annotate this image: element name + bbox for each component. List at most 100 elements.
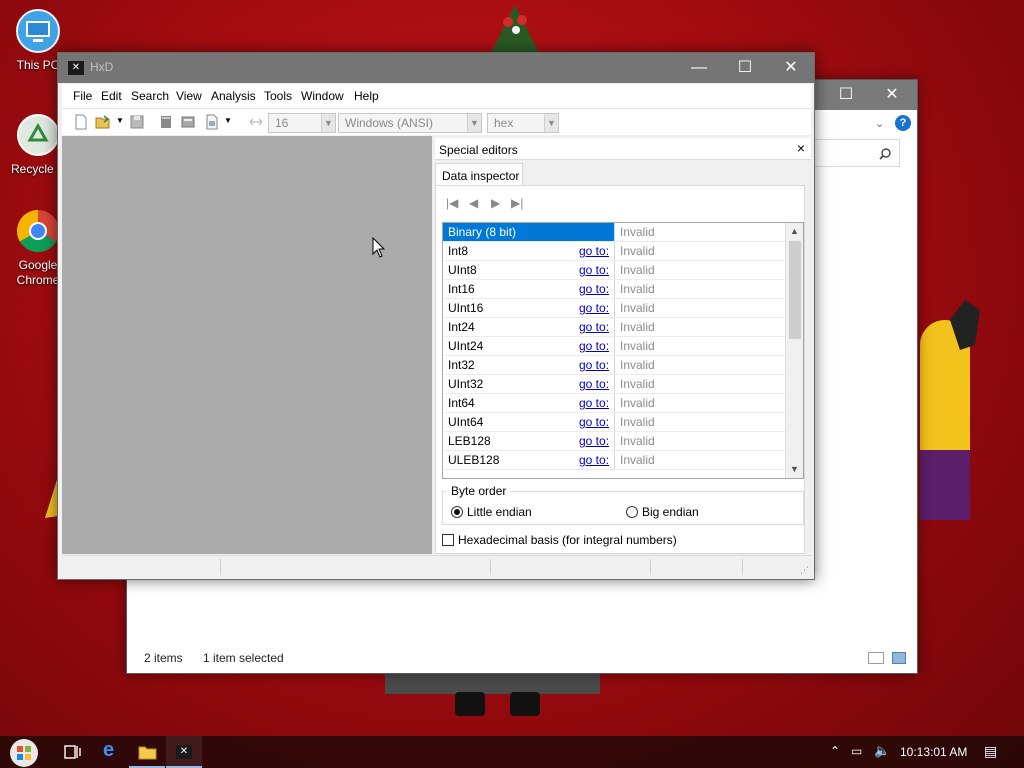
- type-value[interactable]: Invalid: [614, 223, 785, 241]
- goto-link[interactable]: go to:: [579, 263, 609, 277]
- inspector-row[interactable]: LEB128 go to: Invalid: [443, 432, 785, 451]
- goto-link[interactable]: go to:: [579, 301, 609, 315]
- network-icon[interactable]: ▭: [851, 744, 862, 758]
- edge-taskbar-button[interactable]: e: [92, 736, 128, 768]
- menu-help[interactable]: Help: [354, 89, 379, 103]
- large-icons-view-icon[interactable]: [892, 652, 906, 664]
- action-center-icon[interactable]: ▤: [984, 743, 997, 760]
- details-view-icon[interactable]: [868, 652, 884, 664]
- volume-icon[interactable]: 🔈: [874, 743, 890, 759]
- type-name: Int32: [448, 358, 475, 372]
- scroll-down-icon[interactable]: ▼: [786, 461, 803, 478]
- menu-view[interactable]: View: [176, 89, 202, 103]
- type-value[interactable]: Invalid: [614, 394, 785, 412]
- file-explorer-taskbar-button[interactable]: [129, 736, 165, 768]
- save-icon[interactable]: [129, 114, 145, 130]
- maximize-button[interactable]: ☐: [722, 53, 768, 83]
- inspector-row[interactable]: Int64 go to: Invalid: [443, 394, 785, 413]
- type-value[interactable]: Invalid: [614, 375, 785, 393]
- inspector-row[interactable]: Int32 go to: Invalid: [443, 356, 785, 375]
- hxd-titlebar[interactable]: ✕ HxD — ☐ ✕: [58, 53, 814, 83]
- charset-select[interactable]: Windows (ANSI) ▼: [338, 113, 482, 133]
- inspector-row[interactable]: UInt16 go to: Invalid: [443, 299, 785, 318]
- scrollbar-thumb[interactable]: [789, 241, 801, 339]
- goto-link[interactable]: go to:: [579, 358, 609, 372]
- inspector-row[interactable]: Int8 go to: Invalid: [443, 242, 785, 261]
- inspector-row[interactable]: ULEB128 go to: Invalid: [443, 451, 785, 470]
- start-button[interactable]: [6, 736, 42, 768]
- clock[interactable]: 10:13:01 AM: [900, 745, 967, 759]
- show-hidden-icons-icon[interactable]: ⌃: [830, 744, 840, 758]
- explorer-maximize-button[interactable]: ☐: [823, 80, 869, 110]
- last-icon[interactable]: ▶|: [511, 196, 523, 210]
- type-value[interactable]: Invalid: [614, 299, 785, 317]
- editor-client-area[interactable]: [62, 136, 432, 554]
- type-value[interactable]: Invalid: [614, 451, 785, 469]
- menu-edit[interactable]: Edit: [101, 89, 122, 103]
- inspector-scrollbar[interactable]: ▲ ▼: [785, 223, 803, 478]
- maximize-icon: ☐: [838, 86, 854, 103]
- big-endian-radio[interactable]: Big endian: [626, 505, 699, 519]
- little-endian-radio[interactable]: Little endian: [451, 505, 532, 519]
- previous-icon[interactable]: ◀: [469, 196, 478, 210]
- menu-window[interactable]: Window: [301, 89, 344, 103]
- explorer-close-button[interactable]: ✕: [869, 80, 915, 110]
- status-separator: [742, 559, 743, 575]
- goto-link[interactable]: go to:: [579, 415, 609, 429]
- help-icon[interactable]: ?: [895, 115, 911, 131]
- next-icon[interactable]: ▶: [491, 196, 500, 210]
- open-file-icon[interactable]: [95, 114, 111, 130]
- data-inspector-grid[interactable]: Binary (8 bit) Invalid Int8 go to: Inval…: [442, 222, 804, 479]
- type-value[interactable]: Invalid: [614, 242, 785, 260]
- goto-link[interactable]: go to:: [579, 453, 609, 467]
- goto-link[interactable]: go to:: [579, 339, 609, 353]
- goto-link[interactable]: go to:: [579, 396, 609, 410]
- type-value[interactable]: Invalid: [614, 280, 785, 298]
- inspector-row[interactable]: UInt8 go to: Invalid: [443, 261, 785, 280]
- panel-close-button[interactable]: ×: [797, 140, 805, 156]
- menu-analysis[interactable]: Analysis: [211, 89, 256, 103]
- type-value[interactable]: Invalid: [614, 261, 785, 279]
- open-dropdown-icon[interactable]: ▼: [116, 116, 124, 125]
- close-button[interactable]: ✕: [768, 53, 814, 83]
- inspector-row[interactable]: UInt64 go to: Invalid: [443, 413, 785, 432]
- new-file-icon[interactable]: [73, 114, 89, 130]
- minimize-button[interactable]: —: [676, 53, 722, 83]
- type-value[interactable]: Invalid: [614, 432, 785, 450]
- type-name: LEB128: [448, 434, 491, 448]
- hex-basis-checkbox[interactable]: Hexadecimal basis (for integral numbers): [442, 533, 677, 547]
- inspector-row[interactable]: UInt32 go to: Invalid: [443, 375, 785, 394]
- chevron-down-icon[interactable]: ⌄: [875, 117, 884, 130]
- hxd-taskbar-button[interactable]: ✕: [166, 736, 202, 768]
- goto-link[interactable]: go to:: [579, 282, 609, 296]
- resize-grip-icon[interactable]: ⋰: [800, 565, 809, 576]
- offset-base-select[interactable]: hex ▼: [487, 113, 559, 133]
- goto-link[interactable]: go to:: [579, 244, 609, 258]
- panel-title: Special editors: [439, 143, 518, 157]
- inspector-row[interactable]: Int24 go to: Invalid: [443, 318, 785, 337]
- inspector-row[interactable]: Int16 go to: Invalid: [443, 280, 785, 299]
- hxd-window[interactable]: ✕ HxD — ☐ ✕ File Edit Search View Analys…: [57, 52, 815, 580]
- goto-link[interactable]: go to:: [579, 377, 609, 391]
- inspector-row[interactable]: UInt24 go to: Invalid: [443, 337, 785, 356]
- inspector-row[interactable]: Binary (8 bit) Invalid: [443, 223, 785, 242]
- first-icon[interactable]: |◀: [446, 196, 458, 210]
- scroll-up-icon[interactable]: ▲: [786, 223, 803, 240]
- type-value[interactable]: Invalid: [614, 356, 785, 374]
- type-value[interactable]: Invalid: [614, 318, 785, 336]
- mouse-cursor-icon: [372, 237, 386, 258]
- menu-search[interactable]: Search: [131, 89, 169, 103]
- tab-data-inspector[interactable]: Data inspector: [435, 163, 523, 186]
- type-value[interactable]: Invalid: [614, 337, 785, 355]
- ram-editor-icon[interactable]: [180, 114, 196, 130]
- task-view-button[interactable]: [54, 736, 90, 768]
- goto-link[interactable]: go to:: [579, 434, 609, 448]
- bytes-per-row-select[interactable]: 16 ▼: [268, 113, 336, 133]
- disk-editor-icon[interactable]: [158, 114, 174, 130]
- goto-link[interactable]: go to:: [579, 320, 609, 334]
- menu-tools[interactable]: Tools: [264, 89, 292, 103]
- type-value[interactable]: Invalid: [614, 413, 785, 431]
- file-tools-dropdown-icon[interactable]: ▼: [224, 116, 232, 125]
- menu-file[interactable]: File: [73, 89, 92, 103]
- file-tools-icon[interactable]: [204, 114, 220, 130]
